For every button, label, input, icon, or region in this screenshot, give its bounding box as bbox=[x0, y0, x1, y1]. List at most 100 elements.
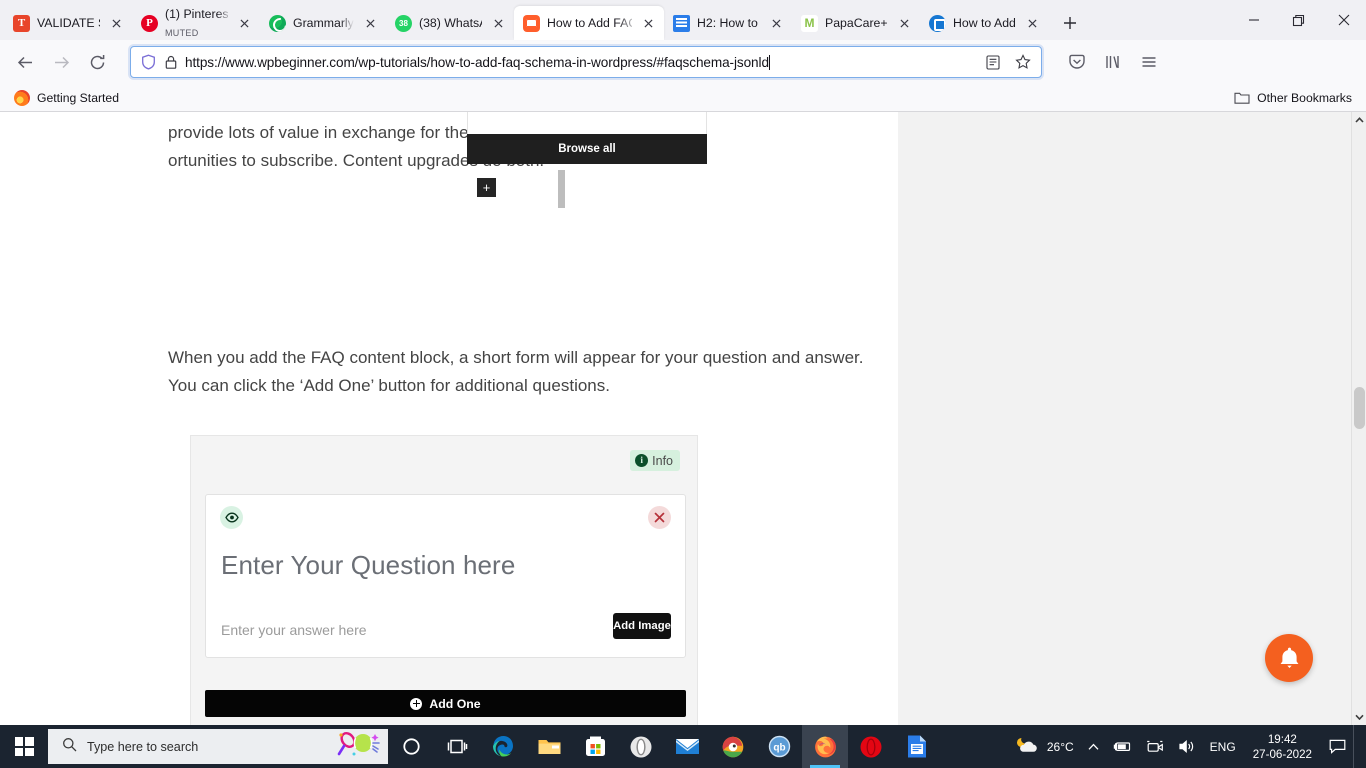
text-caret bbox=[769, 54, 771, 70]
add-one-button[interactable]: Add One bbox=[205, 690, 686, 717]
weather-temperature: 26°C bbox=[1046, 739, 1074, 754]
start-button[interactable] bbox=[0, 725, 48, 768]
url-value: https://www.wpbeginner.com/wp-tutorials/… bbox=[185, 54, 769, 70]
web-page: provide lots of value in exchange for th… bbox=[0, 112, 1351, 725]
microsoft-edge-icon[interactable] bbox=[480, 725, 526, 768]
folder-icon bbox=[1234, 91, 1250, 105]
tab-close-icon[interactable] bbox=[235, 14, 254, 33]
mail-icon[interactable] bbox=[664, 725, 710, 768]
tracking-protection-shield-icon[interactable] bbox=[139, 53, 157, 71]
clipped-top-region: provide lots of value in exchange for th… bbox=[168, 112, 720, 208]
task-view-icon[interactable] bbox=[434, 725, 480, 768]
bookmark-getting-started[interactable]: Getting Started bbox=[8, 88, 125, 108]
add-block-plus-button[interactable]: + bbox=[477, 178, 496, 197]
tab-title: (1) Pinterest bbox=[165, 7, 228, 21]
page-viewport: provide lots of value in exchange for th… bbox=[0, 112, 1366, 725]
tab-close-icon[interactable] bbox=[107, 14, 126, 33]
browser-tab[interactable]: H2: How to Add bbox=[664, 6, 792, 40]
scroll-down-arrow-icon[interactable] bbox=[1352, 709, 1366, 725]
tab-close-icon[interactable] bbox=[489, 14, 508, 33]
edge-dev-icon[interactable] bbox=[710, 725, 756, 768]
answer-input-placeholder[interactable]: Enter your answer here bbox=[221, 622, 367, 638]
tab-title: VALIDATE Synon bbox=[37, 16, 100, 30]
grammarly-icon bbox=[269, 14, 286, 32]
browser-tab-active[interactable]: How to Add FAQ bbox=[514, 6, 664, 40]
browser-tab[interactable]: How to Add FAQ bbox=[920, 6, 1048, 40]
partly-cloudy-night-icon bbox=[1014, 735, 1040, 758]
bookmark-star-icon[interactable] bbox=[1011, 50, 1035, 74]
tab-strip: VALIDATE Synon (1) Pinterest MUTED Gramm… bbox=[0, 0, 1366, 40]
browser-tab[interactable]: PapaCare+ | Lea bbox=[792, 6, 920, 40]
show-hidden-icons-icon[interactable] bbox=[1081, 725, 1106, 768]
add-image-button[interactable]: Add Image bbox=[613, 613, 671, 639]
file-explorer-icon[interactable] bbox=[526, 725, 572, 768]
search-placeholder: Type here to search bbox=[87, 739, 199, 754]
windows-logo-icon bbox=[14, 737, 34, 756]
tab-close-icon[interactable] bbox=[1023, 14, 1042, 33]
back-button[interactable] bbox=[8, 46, 42, 78]
search-icon bbox=[62, 737, 77, 757]
opera-icon[interactable] bbox=[848, 725, 894, 768]
new-tab-button[interactable] bbox=[1054, 7, 1086, 39]
tab-close-icon[interactable] bbox=[361, 14, 380, 33]
tab-close-icon[interactable] bbox=[767, 14, 786, 33]
clock[interactable]: 19:42 27-06-2022 bbox=[1243, 725, 1322, 768]
browser-tab[interactable]: VALIDATE Synon bbox=[4, 6, 132, 40]
minimize-button[interactable] bbox=[1231, 0, 1276, 40]
tab-title: PapaCare+ | Lea bbox=[825, 16, 888, 30]
question-input-placeholder[interactable]: Enter Your Question here bbox=[221, 550, 515, 581]
faq-question-card: Enter Your Question here Enter your answ… bbox=[205, 494, 686, 658]
browse-all-button[interactable]: Browse all bbox=[467, 134, 707, 164]
lock-icon[interactable] bbox=[163, 53, 179, 71]
other-bookmarks-folder[interactable]: Other Bookmarks bbox=[1228, 89, 1358, 107]
weather-widget[interactable]: 26°C bbox=[1007, 725, 1081, 768]
library-icon[interactable] bbox=[1096, 46, 1130, 78]
info-badge[interactable]: i Info bbox=[630, 450, 680, 471]
reader-view-icon[interactable] bbox=[981, 50, 1005, 74]
notifications-icon[interactable] bbox=[1322, 725, 1353, 768]
show-desktop-button[interactable] bbox=[1353, 725, 1362, 768]
tab-close-icon[interactable] bbox=[895, 14, 914, 33]
microsoft-store-icon[interactable] bbox=[572, 725, 618, 768]
browser-tab[interactable]: (1) Pinterest MUTED bbox=[132, 6, 260, 40]
language-indicator[interactable]: ENG bbox=[1203, 725, 1243, 768]
address-bar[interactable]: https://www.wpbeginner.com/wp-tutorials/… bbox=[130, 46, 1042, 78]
scrollbar-thumb[interactable] bbox=[1354, 387, 1365, 429]
browser-tab[interactable]: (38) WhatsApp bbox=[386, 6, 514, 40]
taskbar-app-buttons: qb bbox=[388, 725, 940, 768]
blue-globe-icon bbox=[929, 14, 946, 32]
close-window-button[interactable] bbox=[1321, 0, 1366, 40]
tab-title: Grammarly bbox=[293, 16, 354, 30]
reload-button[interactable] bbox=[80, 46, 114, 78]
libreoffice-writer-icon[interactable] bbox=[894, 725, 940, 768]
browser-tab[interactable]: Grammarly bbox=[260, 6, 386, 40]
tab-title: (38) WhatsApp bbox=[419, 16, 482, 30]
save-to-pocket-icon[interactable] bbox=[1060, 46, 1094, 78]
camera-icon[interactable] bbox=[1139, 725, 1171, 768]
firefox-icon[interactable] bbox=[802, 725, 848, 768]
search-input[interactable]: Type here to search bbox=[48, 729, 388, 764]
close-icon[interactable] bbox=[648, 506, 671, 529]
bell-icon[interactable] bbox=[1265, 634, 1313, 682]
page-scrollbar[interactable] bbox=[1351, 112, 1366, 725]
whatsapp-icon bbox=[395, 14, 412, 32]
pinterest-icon bbox=[141, 14, 158, 32]
battery-icon[interactable] bbox=[1106, 725, 1139, 768]
cortana-icon[interactable] bbox=[388, 725, 434, 768]
wpbeginner-icon bbox=[523, 14, 540, 32]
navigation-toolbar: https://www.wpbeginner.com/wp-tutorials/… bbox=[0, 40, 1366, 84]
maximize-restore-button[interactable] bbox=[1276, 0, 1321, 40]
bookmarks-toolbar: Getting Started Other Bookmarks bbox=[0, 84, 1366, 112]
validate-icon bbox=[13, 14, 30, 32]
eye-icon[interactable] bbox=[220, 506, 243, 529]
forward-button[interactable] bbox=[44, 46, 78, 78]
tab-close-icon[interactable] bbox=[639, 14, 658, 33]
scroll-up-arrow-icon[interactable] bbox=[1352, 112, 1366, 128]
qbittorrent-icon[interactable]: qb bbox=[756, 725, 802, 768]
system-tray: 26°C ENG 19:42 27-06-2022 bbox=[1007, 725, 1366, 768]
url-text[interactable]: https://www.wpbeginner.com/wp-tutorials/… bbox=[185, 54, 975, 70]
volume-icon[interactable] bbox=[1171, 725, 1203, 768]
tennis-search-illustration-icon bbox=[336, 731, 380, 762]
application-menu-icon[interactable] bbox=[1132, 46, 1166, 78]
opera-gx-icon[interactable] bbox=[618, 725, 664, 768]
